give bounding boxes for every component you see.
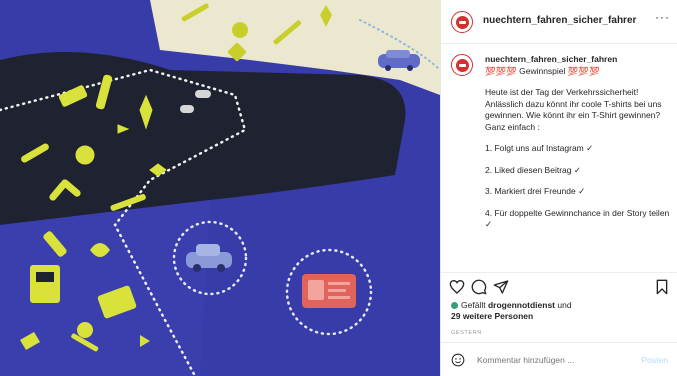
liker-avatar[interactable] [451,302,458,310]
action-bar [441,272,677,300]
caption-step: 4. Für doppelte Gewinnchance in der Stor… [485,207,670,230]
caption-simple: Ganz einfach : [485,121,540,132]
likes-middle: und [557,300,572,310]
more-options-icon[interactable]: ··· [655,10,670,24]
no-entry-logo-icon [455,58,469,72]
post-sidebar: nuechtern_fahren_sicher_fahrer ··· nuech… [440,0,677,376]
likes-others[interactable]: 29 weitere Personen [451,311,533,321]
likes-summary: Gefällt drogennotdienst und 29 weitere P… [451,300,671,322]
caption-step: 1. Folgt uns auf Instagram ✓ [485,143,594,153]
caption-step: 3. Markiert drei Freunde ✓ [485,186,586,196]
caption-username[interactable]: nuechtern_fahren_sicher_fahren [485,54,670,66]
caption-intro: Heute ist der Tag der Verkehrssicherheit… [485,87,662,120]
header-username[interactable]: nuechtern_fahren_sicher_fahrer [483,15,636,26]
post-photo[interactable] [0,0,440,376]
post-date: GESTERN [451,330,482,336]
paper-plane-icon[interactable] [493,279,509,295]
post-header: nuechtern_fahren_sicher_fahrer ··· [441,0,677,44]
heart-icon[interactable] [449,279,465,295]
avatar[interactable] [451,11,473,33]
caption-text: nuechtern_fahren_sicher_fahren 💯💯💯 Gewin… [485,54,670,237]
caption-avatar[interactable] [451,54,473,76]
caption-area: nuechtern_fahren_sicher_fahren 💯💯💯 Gewin… [441,48,677,270]
comment-icon[interactable] [471,279,487,295]
comment-bar: Posten [441,342,677,376]
tshirt-photo-illustration [0,0,440,376]
caption-step: 2. Liked diesen Beitrag ✓ [485,164,581,175]
post-comment-button[interactable]: Posten [642,355,668,365]
smiley-icon[interactable] [451,353,465,367]
caption-title: 💯💯💯 Gewinnspiel 💯💯💯 [485,65,600,76]
bookmark-icon[interactable] [654,279,670,295]
liker-username[interactable]: drogennotdienst [488,300,555,310]
comment-input[interactable] [477,355,617,365]
likes-prefix: Gefällt [461,300,486,310]
no-entry-logo-icon [455,15,469,29]
